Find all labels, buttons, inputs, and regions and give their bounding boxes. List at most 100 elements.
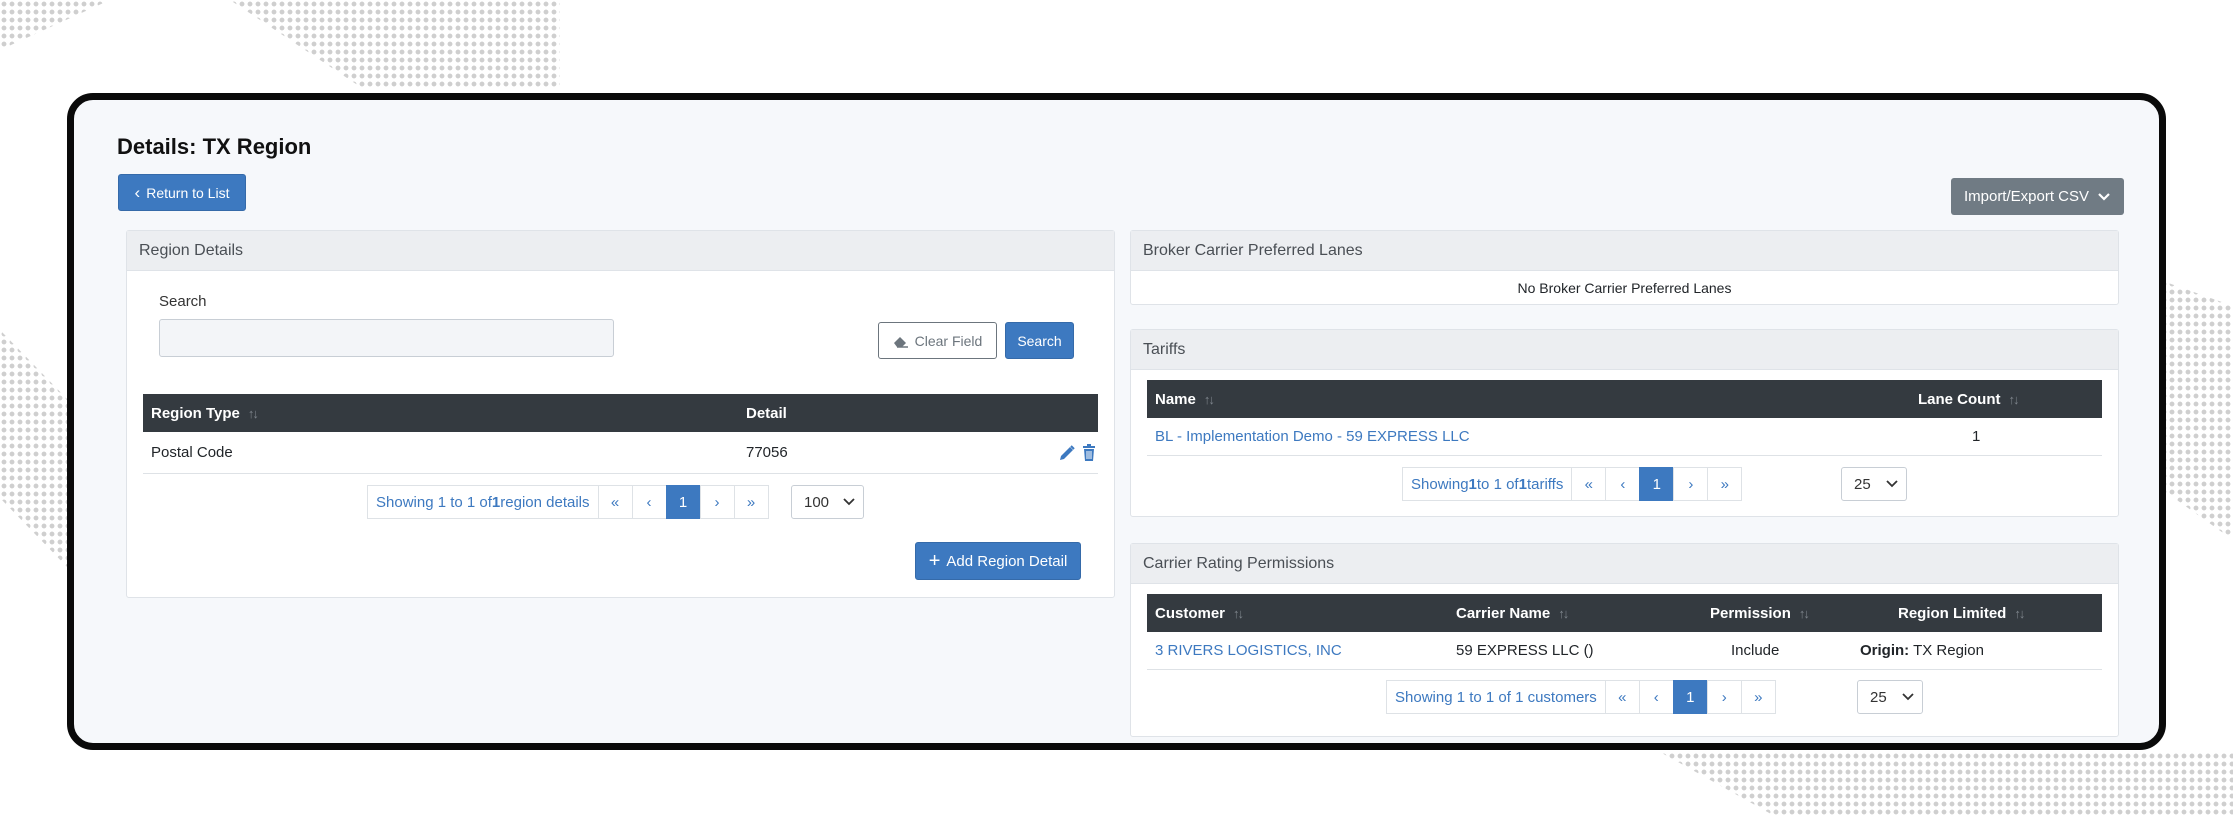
info-suffix: tariffs: [1526, 475, 1564, 493]
tariffs-table-header: Name ↑↓ Lane Count ↑↓: [1147, 380, 2102, 418]
preferred-lanes-empty-message: No Broker Carrier Preferred Lanes: [1517, 280, 1732, 296]
column-customer[interactable]: Customer ↑↓: [1155, 594, 1244, 632]
background-pattern-left: [0, 330, 70, 570]
column-name[interactable]: Name ↑↓: [1155, 380, 1215, 418]
add-region-detail-button[interactable]: + Add Region Detail: [915, 542, 1081, 580]
prev-page-button[interactable]: ‹: [631, 485, 667, 519]
return-to-list-button[interactable]: ‹ Return to List: [118, 174, 246, 211]
edit-button[interactable]: [1058, 432, 1076, 473]
column-region-limited[interactable]: Region Limited ↑↓: [1898, 594, 2025, 632]
column-carrier-name[interactable]: Carrier Name ↑↓: [1456, 594, 1569, 632]
permissions-table-header: Customer ↑↓ Carrier Name ↑↓ Permission ↑…: [1147, 594, 2102, 632]
chevron-down-icon: [1902, 693, 1914, 701]
page-1-button[interactable]: 1: [1639, 467, 1675, 501]
eraser-icon: [893, 336, 908, 348]
per-page-value: 25: [1854, 475, 1871, 493]
info-from: 1: [1468, 475, 1477, 493]
app-window: Details: TX Region ‹ Return to List Impo…: [67, 93, 2166, 750]
next-page-button[interactable]: ›: [1706, 680, 1742, 714]
chevron-down-icon: [843, 498, 855, 506]
chevron-down-icon: [2098, 192, 2110, 201]
plus-icon: +: [928, 550, 941, 572]
region-pagination: Showing 1 to 1 of 1 region details « ‹ 1…: [367, 485, 769, 519]
tariff-name-link[interactable]: BL - Implementation Demo - 59 EXPRESS LL…: [1155, 418, 1470, 455]
carrier-name-header: Carrier Name: [1456, 604, 1551, 622]
chevron-left-icon: ‹: [134, 183, 141, 202]
search-input[interactable]: [159, 319, 614, 357]
add-region-detail-label: Add Region Detail: [946, 552, 1068, 570]
search-button[interactable]: Search: [1005, 322, 1074, 359]
region-limited-value: TX Region: [1909, 642, 1984, 659]
preferred-lanes-heading: Broker Carrier Preferred Lanes: [1131, 231, 2118, 271]
per-page-select[interactable]: 100: [791, 485, 864, 519]
column-region-type[interactable]: Region Type ↑↓: [151, 394, 259, 432]
pencil-icon: [1060, 444, 1075, 460]
table-row: 3 RIVERS LOGISTICS, INC 59 EXPRESS LLC (…: [1147, 632, 2102, 670]
sort-icon: ↑↓: [1233, 605, 1244, 621]
page-1-button[interactable]: 1: [665, 485, 701, 519]
last-page-button[interactable]: »: [1740, 680, 1776, 714]
page-title: Details: TX Region: [117, 134, 312, 159]
column-lane-count[interactable]: Lane Count ↑↓: [1918, 380, 2020, 418]
info-total: 1: [1518, 475, 1527, 493]
permission-cell: Include: [1731, 642, 1780, 659]
sort-icon: ↑↓: [1558, 605, 1569, 621]
sort-icon: ↑↓: [1203, 391, 1215, 407]
chevron-down-icon: [1886, 480, 1898, 488]
prev-page-button[interactable]: ‹: [1605, 467, 1641, 501]
detail-cell: 77056: [746, 444, 788, 461]
import-export-label: Import/Export CSV: [1963, 188, 2090, 205]
region-type-cell: Postal Code: [151, 444, 233, 461]
pagination-info: Showing 1 to 1 of 1 tariffs: [1402, 467, 1573, 501]
per-page-select[interactable]: 25: [1857, 680, 1923, 714]
info-suffix: region details: [500, 493, 590, 511]
info-prefix: Showing 1 to 1 of: [376, 493, 492, 511]
name-header: Name: [1155, 390, 1196, 408]
table-row: BL - Implementation Demo - 59 EXPRESS LL…: [1147, 418, 2102, 456]
first-page-button[interactable]: «: [597, 485, 633, 519]
lane-count-header: Lane Count: [1918, 390, 2001, 408]
region-limited-header: Region Limited: [1898, 604, 2007, 622]
sort-icon: ↑↓: [2008, 391, 2020, 407]
last-page-button[interactable]: »: [1707, 467, 1743, 501]
carrier-rating-permissions-panel: Carrier Rating Permissions Customer ↑↓ C…: [1130, 543, 2119, 737]
region-details-panel: Region Details Search Clear Field Search…: [126, 230, 1115, 598]
return-to-list-label: Return to List: [146, 184, 230, 201]
background-pattern-bottom-right: [1660, 752, 2233, 816]
region-table-header: Region Type ↑↓ Detail: [143, 394, 1098, 432]
background-pattern-top: [230, 0, 560, 88]
next-page-button[interactable]: ›: [699, 485, 735, 519]
carrier-name-cell: 59 EXPRESS LLC (): [1456, 642, 1594, 659]
tariffs-heading: Tariffs: [1131, 330, 2118, 370]
background-pattern-right: [2160, 280, 2233, 540]
customer-header: Customer: [1155, 604, 1226, 622]
page-1-button[interactable]: 1: [1672, 680, 1708, 714]
lane-count-cell: 1: [1972, 428, 1981, 445]
next-page-button[interactable]: ›: [1673, 467, 1709, 501]
table-row: Postal Code 77056: [143, 432, 1098, 474]
per-page-value: 100: [804, 493, 830, 511]
clear-field-button[interactable]: Clear Field: [878, 322, 997, 359]
first-page-button[interactable]: «: [1571, 467, 1607, 501]
background-pattern-top-left: [0, 0, 110, 50]
column-detail: Detail: [746, 394, 787, 432]
trash-icon: [1083, 443, 1095, 461]
customer-link[interactable]: 3 RIVERS LOGISTICS, INC: [1155, 632, 1342, 669]
region-type-header: Region Type: [151, 404, 240, 422]
prev-page-button[interactable]: ‹: [1638, 680, 1674, 714]
column-permission[interactable]: Permission ↑↓: [1710, 594, 1810, 632]
import-export-csv-button[interactable]: Import/Export CSV: [1951, 178, 2124, 215]
delete-button[interactable]: [1080, 432, 1098, 473]
region-details-heading: Region Details: [127, 231, 1114, 271]
per-page-select[interactable]: 25: [1841, 467, 1907, 501]
preferred-lanes-panel: Broker Carrier Preferred Lanes No Broker…: [1130, 230, 2119, 305]
permissions-pagination: Showing 1 to 1 of 1 customers « ‹ 1 › »: [1386, 680, 1776, 714]
sort-icon: ↑↓: [1798, 605, 1810, 621]
permission-header: Permission: [1710, 604, 1791, 622]
last-page-button[interactable]: »: [733, 485, 769, 519]
info-mid: to 1 of: [1476, 475, 1519, 493]
tariffs-pagination: Showing 1 to 1 of 1 tariffs « ‹ 1 › »: [1402, 467, 1743, 501]
tariffs-panel: Tariffs Name ↑↓ Lane Count ↑↓ BL - Imple…: [1130, 329, 2119, 517]
first-page-button[interactable]: «: [1604, 680, 1640, 714]
detail-header: Detail: [746, 404, 787, 422]
